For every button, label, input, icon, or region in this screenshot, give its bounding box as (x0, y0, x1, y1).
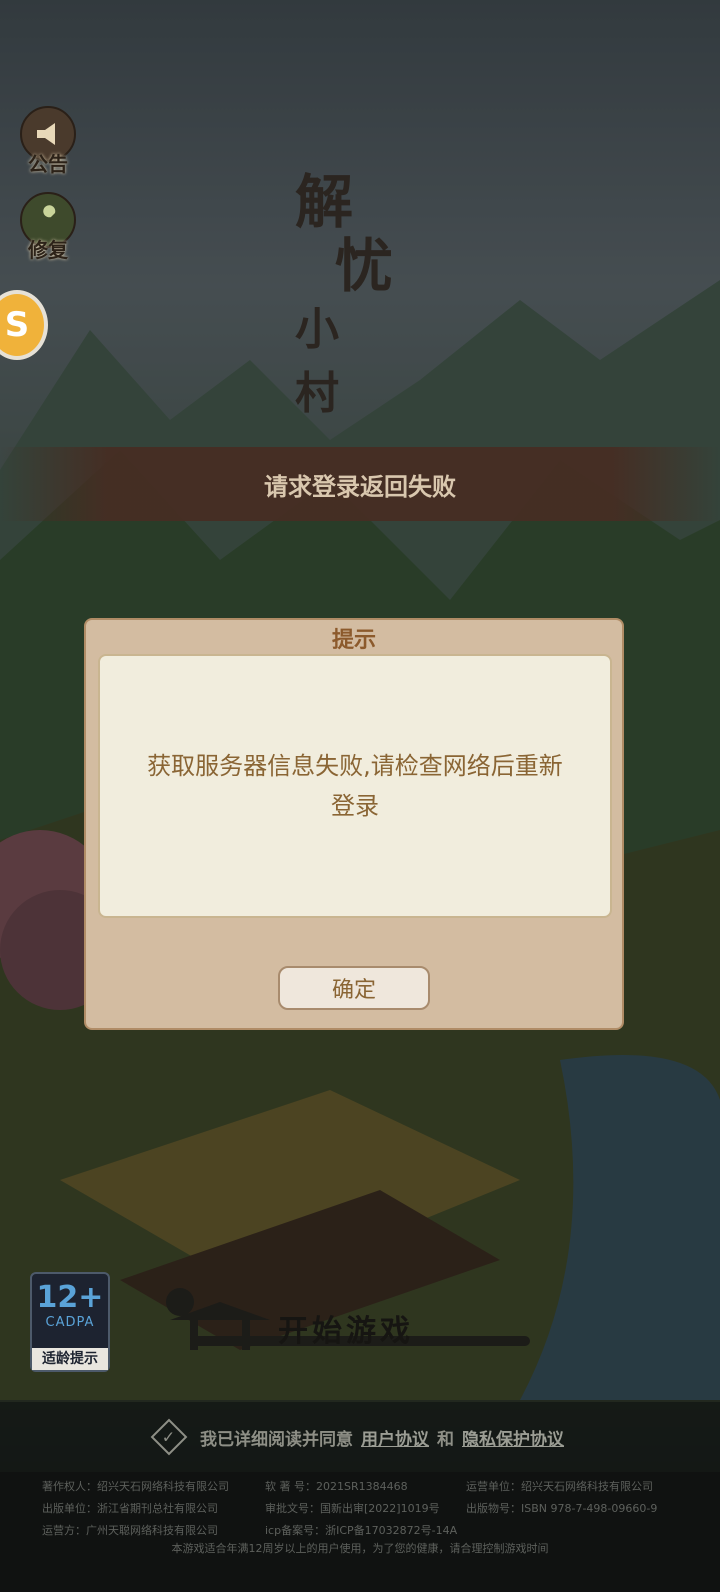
rating-org: CADPA (45, 1315, 95, 1330)
legal-footer: 著作权人：绍兴天石网络科技有限公司 软 著 号：2021SR1384468 运营… (0, 1472, 720, 1592)
footer-copyright: 著作权人：绍兴天石网络科技有限公司 (42, 1480, 229, 1493)
footer-approval: 审批文号：国新出审[2022]1019号 (265, 1502, 440, 1515)
dialog-body: 获取服务器信息失败,请检查网络后重新登录 (98, 654, 612, 918)
agreement-bar: ✓ 我已详细阅读并同意 用户协议 和 隐私保护协议 (0, 1402, 720, 1472)
agreement-and: 和 (437, 1429, 454, 1450)
agree-checkbox[interactable]: ✓ (150, 1418, 188, 1456)
alert-dialog: 提示 获取服务器信息失败,请检查网络后重新登录 确定 (84, 618, 624, 1030)
footer-publication-no: 出版物号：ISBN 978-7-498-09660-9 (466, 1502, 658, 1515)
privacy-agreement-link[interactable]: 隐私保护协议 (462, 1425, 564, 1450)
repair-button[interactable]: 修复 (20, 192, 76, 263)
notice-button[interactable]: 公告 (20, 106, 76, 177)
user-agreement-link[interactable]: 用户协议 (361, 1425, 429, 1450)
start-game-button[interactable]: 开始游戏 (150, 1280, 550, 1370)
age-tip: 适龄提示 (32, 1348, 108, 1370)
footer-health-notice: 本游戏适合年满12周岁以上的用户使用，为了您的健康，请合理控制游戏时间 (171, 1542, 549, 1555)
footer-publisher: 出版单位：浙江省期刊总社有限公司 (42, 1502, 218, 1515)
footer-operator: 运营方：广州天聪网络科技有限公司 (42, 1524, 218, 1537)
age-rating-badge[interactable]: 12+ CADPA 适龄提示 (30, 1272, 110, 1372)
footer-icp: icp备案号：浙ICP备17032872号-14A (265, 1524, 458, 1537)
login-error-text: 请求登录返回失败 (264, 472, 456, 501)
dialog-title: 提示 (331, 628, 376, 653)
assistant-icon: S (4, 305, 30, 345)
confirm-button-label: 确定 (331, 978, 376, 1003)
start-game-label: 开始游戏 (278, 1314, 414, 1349)
confirm-button[interactable]: 确定 (278, 966, 430, 1010)
repair-label: 修复 (28, 238, 68, 262)
footer-software-reg: 软 著 号：2021SR1384468 (265, 1480, 408, 1493)
check-icon: ✓ (162, 1427, 176, 1447)
login-error-banner: 请求登录返回失败 (0, 447, 720, 521)
dialog-message: 获取服务器信息失败,请检查网络后重新登录 (147, 752, 563, 820)
game-logo: 解 忧 小 村 (295, 168, 394, 419)
pavilion-icon (166, 1288, 270, 1350)
agreement-prefix: 我已详细阅读并同意 (200, 1429, 353, 1450)
notice-label: 公告 (28, 152, 68, 176)
footer-operator-unit: 运营单位：绍兴天石网络科技有限公司 (466, 1480, 653, 1493)
age-rating: 12+ (36, 1280, 104, 1315)
